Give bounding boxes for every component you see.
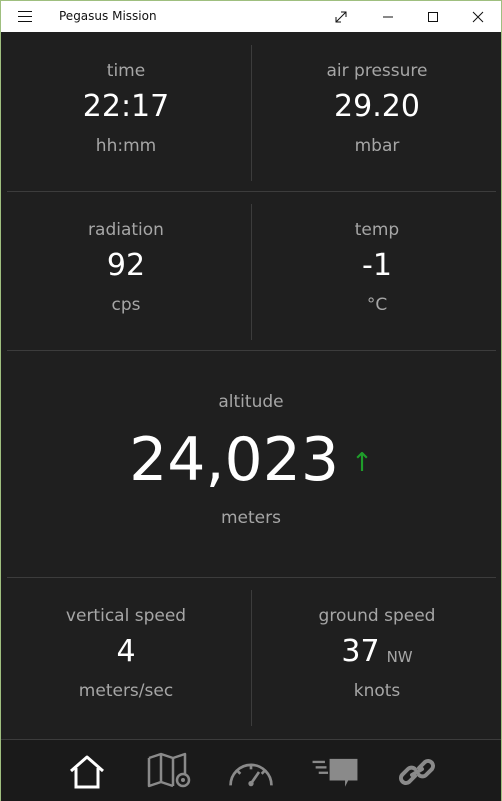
window-title: Pegasus Mission	[59, 9, 157, 23]
nav-link-button[interactable]	[393, 750, 441, 794]
gauge-icon	[229, 763, 273, 787]
hamburger-menu-icon[interactable]	[18, 11, 32, 22]
altitude-label: altitude	[218, 392, 284, 412]
ground-speed-unit: knots	[353, 681, 401, 701]
altitude-trend-arrow-icon: ↑	[351, 448, 373, 478]
time-unit: hh:mm	[95, 136, 157, 156]
nav-gauge-button[interactable]	[227, 750, 275, 794]
chat-icon	[312, 758, 358, 787]
time-value: 22:17	[82, 89, 170, 124]
radiation-panel: radiation 92 cps	[1, 220, 251, 315]
divider	[7, 577, 496, 578]
ground-speed-direction: NW	[386, 648, 413, 666]
close-icon	[472, 11, 484, 22]
maximize-button[interactable]	[410, 1, 456, 32]
time-panel: time 22:17 hh:mm	[1, 61, 251, 156]
divider	[7, 191, 496, 192]
vertical-speed-panel: vertical speed 4 meters/sec	[1, 606, 251, 701]
minimize-button[interactable]	[365, 1, 411, 32]
nav-chat-button[interactable]	[311, 750, 359, 794]
divider	[7, 350, 496, 351]
altitude-unit: meters	[221, 508, 281, 528]
app-window: Pegasus Mission time 22:17 hh:mm air pre…	[0, 0, 502, 801]
altitude-panel: altitude 24,023 ↑ meters	[1, 392, 501, 528]
vertical-speed-unit: meters/sec	[78, 681, 174, 701]
expand-button[interactable]	[318, 1, 364, 32]
title-bar: Pegasus Mission	[1, 1, 501, 32]
ground-speed-label: ground speed	[318, 606, 436, 626]
nav-map-button[interactable]	[147, 750, 195, 794]
time-label: time	[106, 61, 146, 81]
temp-unit: °C	[366, 295, 388, 315]
map-icon	[147, 752, 191, 788]
air-pressure-label: air pressure	[326, 61, 428, 81]
radiation-unit: cps	[111, 295, 141, 315]
altitude-value: 24,023	[129, 425, 340, 495]
temp-value: -1	[362, 248, 392, 283]
temp-panel: temp -1 °C	[252, 220, 502, 315]
air-pressure-value: 29.20	[334, 89, 420, 124]
vertical-speed-label: vertical speed	[65, 606, 187, 626]
temp-label: temp	[354, 220, 400, 240]
vertical-speed-value: 4	[116, 634, 136, 669]
ground-speed-panel: ground speed 37 NW knots	[252, 606, 502, 701]
link-icon	[399, 759, 435, 785]
close-button[interactable]	[455, 1, 501, 32]
radiation-value: 92	[106, 248, 146, 283]
bottom-nav	[1, 739, 501, 801]
nav-home-button[interactable]	[63, 750, 111, 794]
minimize-icon	[383, 16, 393, 17]
maximize-icon	[428, 11, 438, 22]
ground-speed-value: 37	[341, 634, 380, 669]
home-icon	[70, 755, 104, 789]
air-pressure-unit: mbar	[354, 136, 400, 156]
expand-icon	[335, 11, 347, 22]
radiation-label: radiation	[88, 220, 164, 240]
air-pressure-panel: air pressure 29.20 mbar	[252, 61, 502, 156]
